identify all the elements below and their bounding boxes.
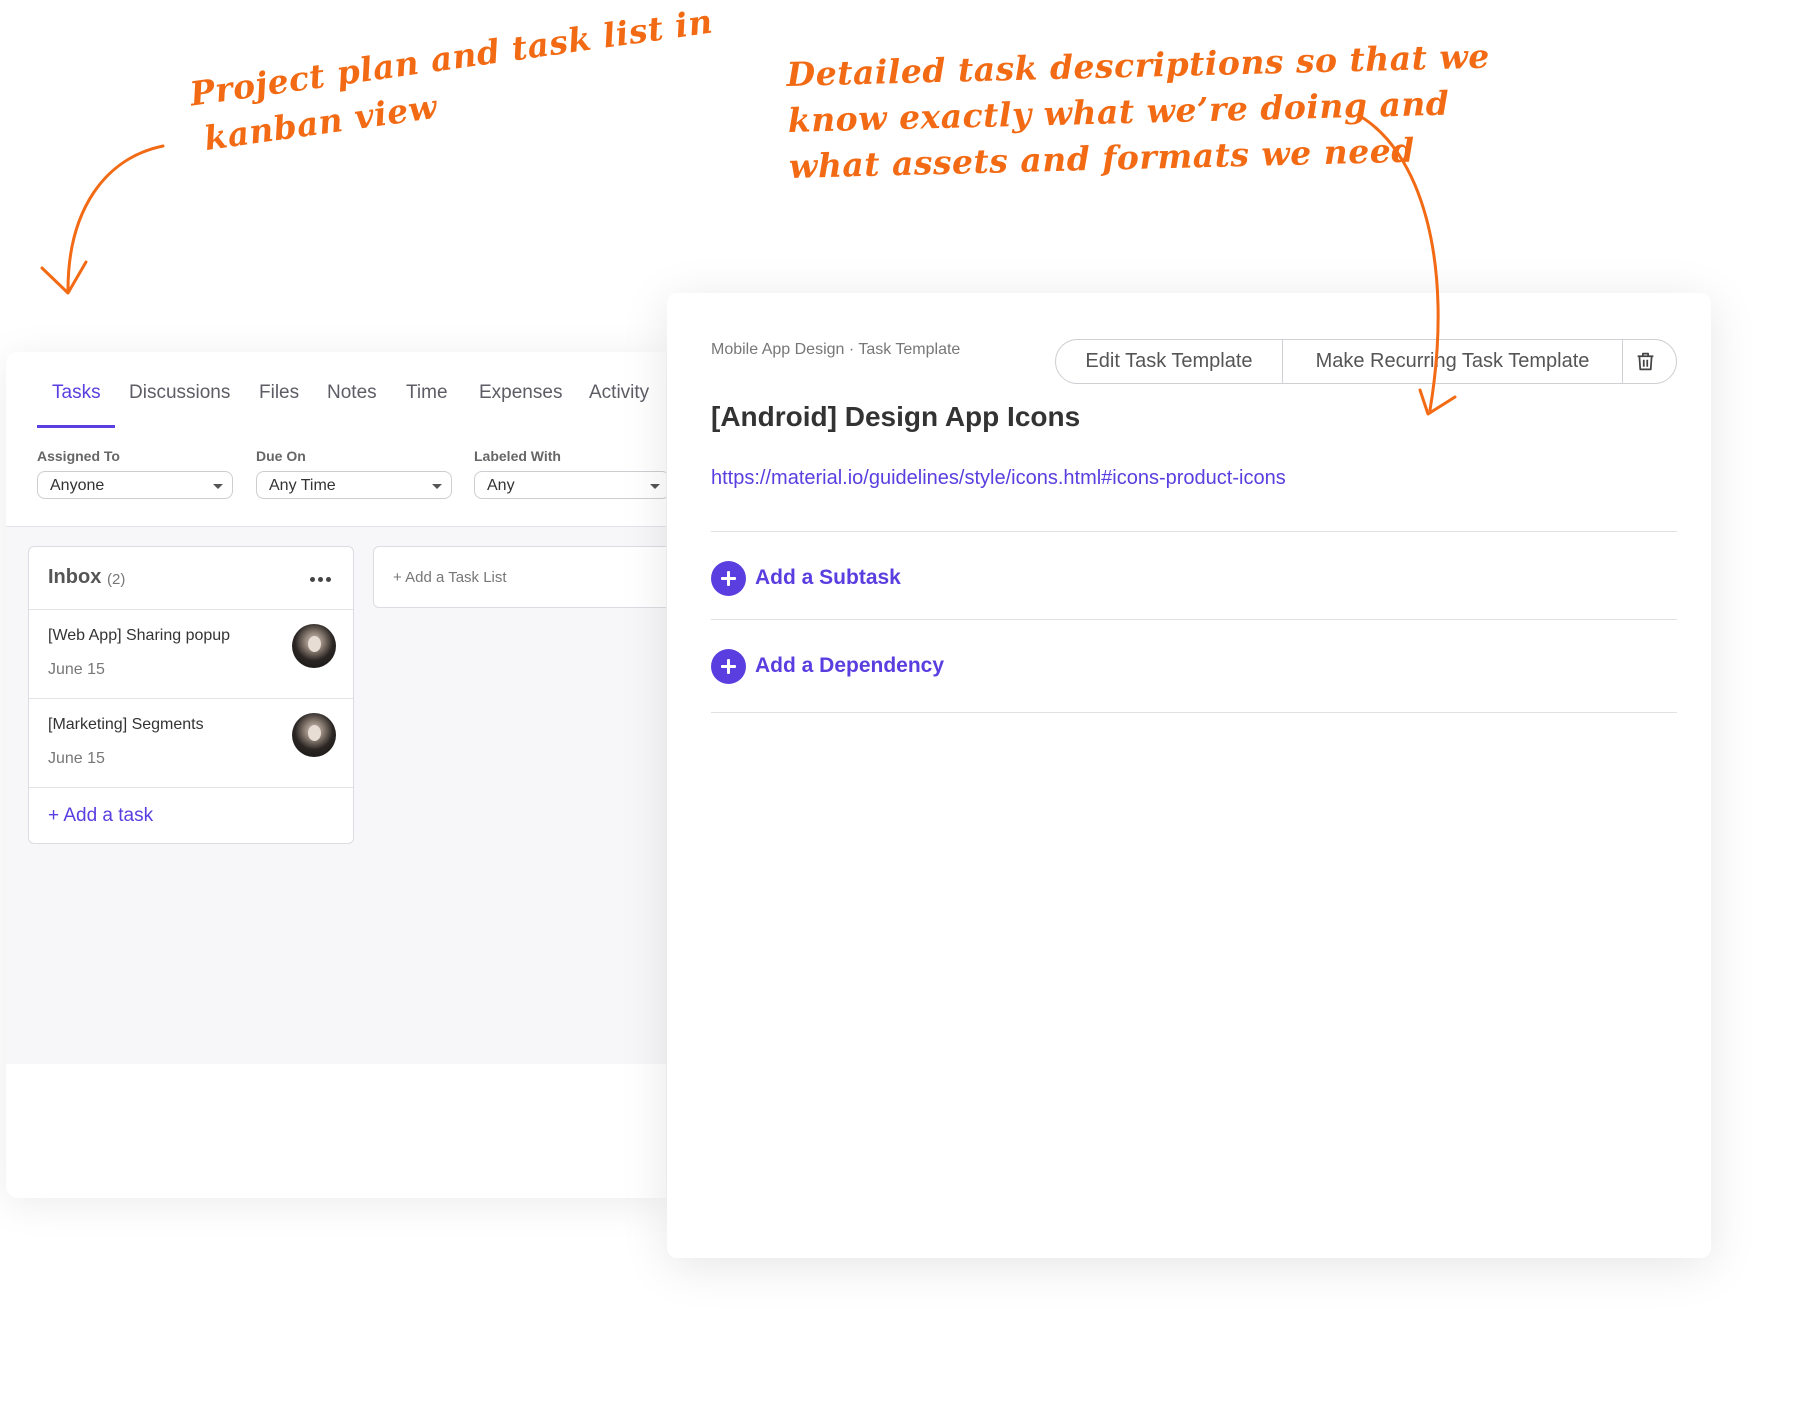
filter-label-assigned: Assigned To — [37, 448, 120, 464]
select-value: Any Time — [269, 477, 336, 494]
labeled-with-select[interactable]: Any — [474, 471, 666, 499]
add-task-list-label: + Add a Task List — [393, 569, 507, 586]
task-description-link[interactable]: https://material.io/guidelines/style/ico… — [711, 467, 1286, 490]
make-recurring-button[interactable]: Make Recurring Task Template — [1283, 340, 1622, 383]
add-task-link[interactable]: + Add a task — [48, 805, 153, 827]
breadcrumb: Mobile App Design · Task Template — [711, 341, 961, 358]
add-subtask-label: Add a Subtask — [755, 566, 901, 589]
annotation-task-details: Detailed task descriptions so that we kn… — [786, 34, 1493, 190]
project-tabs: Tasks Discussions Files Notes Time Expen… — [6, 352, 666, 430]
filter-label-due: Due On — [256, 448, 306, 464]
arrow-head-kanban — [40, 260, 88, 295]
trash-icon[interactable] — [1635, 351, 1656, 372]
active-tab-indicator — [37, 425, 115, 428]
avatar — [292, 624, 336, 668]
plus-icon — [711, 561, 746, 596]
filter-label-labeled: Labeled With — [474, 448, 561, 464]
caret-down-icon — [432, 484, 442, 489]
edit-task-template-button[interactable]: Edit Task Template — [1056, 340, 1282, 383]
task-due-date: June 15 — [48, 750, 105, 767]
assigned-to-select[interactable]: Anyone — [37, 471, 233, 499]
task-card[interactable]: [Web App] Sharing popup June 15 — [29, 609, 353, 699]
task-due-date: June 15 — [48, 661, 105, 678]
task-title: [Android] Design App Icons — [711, 401, 1081, 432]
tab-time[interactable]: Time — [406, 382, 448, 404]
task-title: [Marketing] Segments — [48, 716, 204, 733]
task-detail-panel: Mobile App Design · Task Template Edit T… — [667, 293, 1711, 1258]
tab-files[interactable]: Files — [259, 382, 299, 404]
divider — [711, 712, 1677, 713]
task-title: [Web App] Sharing popup — [48, 627, 231, 644]
project-kanban-panel: Tasks Discussions Files Notes Time Expen… — [6, 352, 666, 1198]
tab-expenses[interactable]: Expenses — [479, 382, 562, 404]
tab-tasks[interactable]: Tasks — [52, 382, 101, 404]
caret-down-icon — [650, 484, 660, 489]
tab-discussions[interactable]: Discussions — [129, 382, 230, 404]
task-list-inbox: Inbox (2) [Web App] Sharing popup June 1… — [28, 546, 354, 844]
task-count: (2) — [107, 571, 126, 588]
divider — [711, 531, 1677, 532]
task-card[interactable]: [Marketing] Segments June 15 — [29, 698, 353, 788]
task-list-title: Inbox — [48, 566, 102, 588]
task-actions: Edit Task Template Make Recurring Task T… — [1055, 339, 1677, 384]
task-list-header: Inbox (2) — [29, 547, 353, 610]
add-task-list-button[interactable]: + Add a Task List — [373, 546, 666, 608]
caret-down-icon — [213, 484, 223, 489]
select-value: Any — [487, 477, 515, 494]
plus-icon — [711, 649, 746, 684]
select-value: Anyone — [50, 477, 105, 494]
due-on-select[interactable]: Any Time — [256, 471, 452, 499]
divider — [711, 619, 1677, 620]
tab-activity[interactable]: Activity — [589, 382, 649, 404]
tab-notes[interactable]: Notes — [327, 382, 377, 404]
avatar — [292, 713, 336, 757]
annotation-kanban: Project plan and task list in kanban vie… — [187, 0, 722, 163]
divider — [1622, 340, 1623, 383]
arrow-to-kanban — [66, 144, 165, 292]
add-dependency-label: Add a Dependency — [755, 654, 945, 677]
more-options-icon[interactable] — [310, 577, 331, 582]
